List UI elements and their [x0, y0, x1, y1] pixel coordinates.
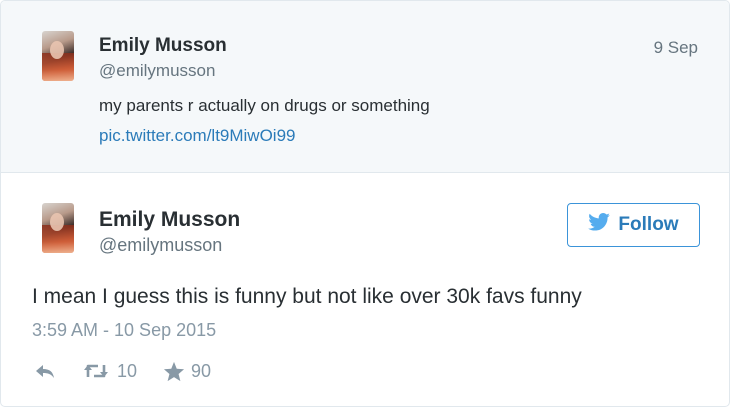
- star-icon: [163, 361, 191, 382]
- tweet-actions: 10 90: [34, 359, 211, 383]
- parent-tweet-pic-link[interactable]: pic.twitter.com/lt9MiwOi99: [99, 126, 296, 146]
- retweet-icon: [82, 362, 117, 380]
- author-name[interactable]: Emily Musson: [99, 208, 240, 232]
- avatar[interactable]: [42, 31, 74, 81]
- parent-tweet-date[interactable]: 9 Sep: [654, 38, 698, 58]
- parent-author-name[interactable]: Emily Musson: [99, 35, 227, 57]
- embedded-tweet-card: Emily Musson @emilymusson 9 Sep my paren…: [0, 0, 730, 407]
- twitter-bird-icon: [588, 213, 611, 237]
- follow-label: Follow: [618, 214, 679, 235]
- parent-tweet[interactable]: Emily Musson @emilymusson 9 Sep my paren…: [1, 1, 729, 173]
- reply-icon: [34, 362, 56, 380]
- favorite-count: 90: [191, 360, 212, 381]
- author-handle[interactable]: @emilymusson: [99, 235, 222, 256]
- parent-tweet-text: my parents r actually on drugs or someth…: [99, 96, 430, 115]
- favorite-button[interactable]: 90: [163, 361, 211, 382]
- tweet-timestamp[interactable]: 3:59 AM - 10 Sep 2015: [32, 320, 216, 341]
- retweet-button[interactable]: 10: [82, 361, 137, 382]
- follow-button[interactable]: Follow: [567, 203, 700, 247]
- reply-button[interactable]: [34, 362, 56, 380]
- tweet-text: I mean I guess this is funny but not lik…: [32, 285, 582, 308]
- parent-author-handle[interactable]: @emilymusson: [99, 61, 215, 81]
- avatar[interactable]: [42, 203, 74, 253]
- retweet-count: 10: [117, 360, 138, 381]
